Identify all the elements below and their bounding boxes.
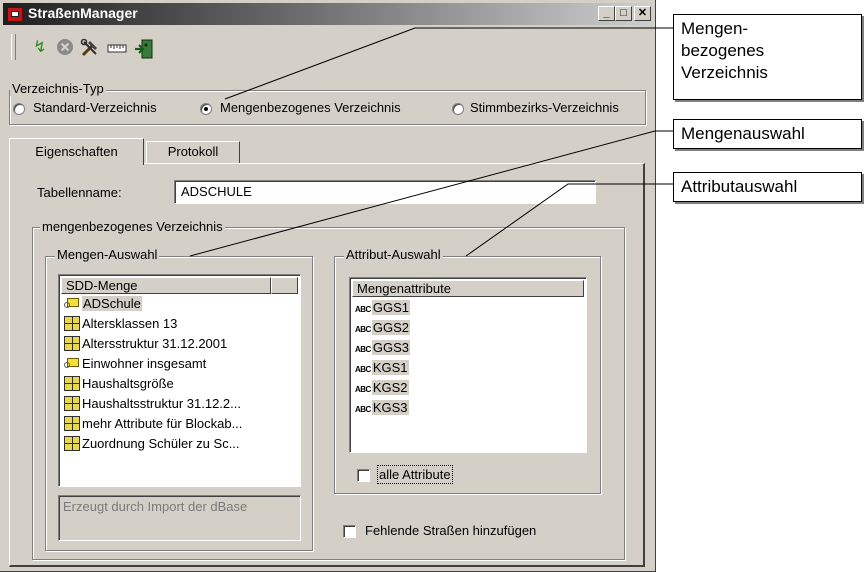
attribute-item[interactable]: ABC KGS1 bbox=[355, 359, 409, 377]
link-icon bbox=[64, 296, 80, 311]
attribute-item[interactable]: ABC GGS3 bbox=[355, 339, 410, 357]
sdd-menge-column-header[interactable]: SDD-Menge bbox=[61, 277, 271, 294]
sdd-menge-item-label: Einwohner insgesamt bbox=[82, 356, 207, 371]
sdd-menge-item-label: Haushaltsgröße bbox=[82, 376, 174, 391]
alle-attribute-label[interactable]: alle Attribute bbox=[377, 465, 453, 484]
run-icon[interactable]: ↯ bbox=[30, 38, 50, 58]
tabellenname-label: Tabellenname: bbox=[37, 185, 122, 200]
maximize-button[interactable]: □ bbox=[615, 6, 632, 21]
text-type-icon: ABC bbox=[355, 385, 371, 394]
callout-mengenbezogenes: Mengen- bezogenes Verzeichnis bbox=[673, 14, 862, 100]
sdd-menge-list[interactable]: SDD-Menge ADSchule Altersklassen 13 Alters… bbox=[58, 274, 301, 487]
sdd-menge-item-label: ADSchule bbox=[82, 296, 142, 311]
sdd-menge-item[interactable]: Haushaltsgröße bbox=[64, 375, 174, 393]
fehlende-strassen-label[interactable]: Fehlende Straßen hinzufügen bbox=[365, 523, 536, 538]
text-type-icon: ABC bbox=[355, 365, 371, 374]
radio-standard-label[interactable]: Standard-Verzeichnis bbox=[33, 100, 157, 115]
verzeichnis-typ-label: Verzeichnis-Typ bbox=[10, 81, 106, 96]
close-button[interactable]: ✕ bbox=[634, 6, 651, 21]
toolbar-grip[interactable] bbox=[11, 34, 16, 60]
callout-mengenauswahl: Mengenauswahl bbox=[673, 119, 862, 149]
tabellenname-input[interactable]: ADSCHULE bbox=[174, 180, 596, 204]
sdd-menge-item[interactable]: ADSchule bbox=[64, 295, 142, 313]
sdd-menge-item-label: Zuordnung Schüler zu Sc... bbox=[82, 436, 240, 451]
attribute-item[interactable]: ABC GGS1 bbox=[355, 299, 410, 317]
tools-icon[interactable] bbox=[80, 38, 100, 58]
tab-eigenschaften-label: Eigenschaften bbox=[35, 144, 118, 159]
tab-protokoll[interactable]: Protokoll bbox=[146, 141, 240, 163]
text-type-icon: ABC bbox=[355, 345, 371, 354]
radio-mengenbezogenes-verzeichnis[interactable] bbox=[200, 103, 212, 115]
attribute-item[interactable]: ABC KGS3 bbox=[355, 399, 409, 417]
sdd-menge-item-label: mehr Attribute für Blockab... bbox=[82, 416, 243, 431]
attribute-item[interactable]: ABC KGS2 bbox=[355, 379, 409, 397]
attribut-auswahl-label: Attribut-Auswahl bbox=[344, 247, 443, 262]
table-icon bbox=[64, 416, 80, 431]
table-icon bbox=[64, 436, 80, 451]
table-icon bbox=[64, 336, 80, 351]
attribute-item-label: GGS1 bbox=[371, 300, 410, 315]
attribute-item-label: GGS3 bbox=[371, 340, 410, 355]
mengenattribute-column-header[interactable]: Mengenattribute bbox=[352, 280, 584, 297]
sdd-menge-extra-column-header[interactable] bbox=[271, 277, 298, 294]
text-type-icon: ABC bbox=[355, 305, 371, 314]
mengenattribute-list[interactable]: Mengenattribute ABC GGS1 ABC GGS2 ABC GGS3 ABC… bbox=[349, 277, 587, 453]
text-type-icon: ABC bbox=[355, 325, 371, 334]
mengenbezogenes-verzeichnis-label: mengenbezogenes Verzeichnis bbox=[40, 219, 225, 234]
fehlende-strassen-checkbox[interactable] bbox=[343, 525, 356, 538]
title-bar[interactable]: StraßenManager _ □ ✕ bbox=[3, 3, 653, 25]
description-field[interactable]: Erzeugt durch Import der dBase bbox=[58, 495, 301, 541]
table-icon bbox=[64, 376, 80, 391]
radio-standard-verzeichnis[interactable] bbox=[13, 103, 25, 115]
attribute-item-label: KGS2 bbox=[371, 380, 409, 395]
radio-stimmbezirks-verzeichnis[interactable] bbox=[452, 103, 464, 115]
app-icon bbox=[7, 7, 23, 22]
sdd-menge-item[interactable]: Altersstruktur 31.12.2001 bbox=[64, 335, 227, 353]
table-icon bbox=[64, 316, 80, 331]
description-text: Erzeugt durch Import der dBase bbox=[63, 499, 248, 514]
tabellenname-value: ADSCHULE bbox=[181, 184, 252, 199]
sdd-menge-item[interactable]: Zuordnung Schüler zu Sc... bbox=[64, 435, 240, 453]
link-icon bbox=[64, 356, 80, 371]
sdd-menge-item[interactable]: Haushaltsstruktur 31.12.2... bbox=[64, 395, 241, 413]
callout-attributauswahl: Attributauswahl bbox=[673, 172, 862, 202]
minimize-button[interactable]: _ bbox=[598, 6, 615, 21]
mengen-auswahl-label: Mengen-Auswahl bbox=[55, 247, 160, 262]
table-icon bbox=[64, 396, 80, 411]
attribute-item[interactable]: ABC GGS2 bbox=[355, 319, 410, 337]
window-title: StraßenManager bbox=[28, 5, 138, 21]
text-type-icon: ABC bbox=[355, 405, 371, 414]
tab-eigenschaften[interactable]: Eigenschaften bbox=[9, 138, 144, 165]
radio-mengenbezogenes-label[interactable]: Mengenbezogenes Verzeichnis bbox=[220, 100, 401, 115]
sdd-menge-item-label: Haushaltsstruktur 31.12.2... bbox=[82, 396, 241, 411]
alle-attribute-checkbox[interactable] bbox=[357, 469, 370, 482]
sdd-menge-item[interactable]: Altersklassen 13 bbox=[64, 315, 177, 333]
attribute-item-label: GGS2 bbox=[371, 320, 410, 335]
app-window: StraßenManager _ □ ✕ ↯ Verzeichnis-Typ S… bbox=[0, 0, 656, 572]
attribute-item-label: KGS1 bbox=[371, 360, 409, 375]
tab-protokoll-label: Protokoll bbox=[167, 144, 219, 159]
ruler-icon[interactable] bbox=[107, 38, 127, 58]
stop-icon[interactable] bbox=[55, 38, 75, 58]
sdd-menge-item[interactable]: Einwohner insgesamt bbox=[64, 355, 206, 373]
sdd-menge-item[interactable]: mehr Attribute für Blockab... bbox=[64, 415, 242, 433]
exit-icon[interactable] bbox=[133, 38, 153, 59]
sdd-menge-item-label: Altersstruktur 31.12.2001 bbox=[82, 336, 228, 351]
radio-stimmbezirks-label[interactable]: Stimmbezirks-Verzeichnis bbox=[470, 100, 619, 115]
attribute-item-label: KGS3 bbox=[371, 400, 409, 415]
sdd-menge-item-label: Altersklassen 13 bbox=[82, 316, 178, 331]
